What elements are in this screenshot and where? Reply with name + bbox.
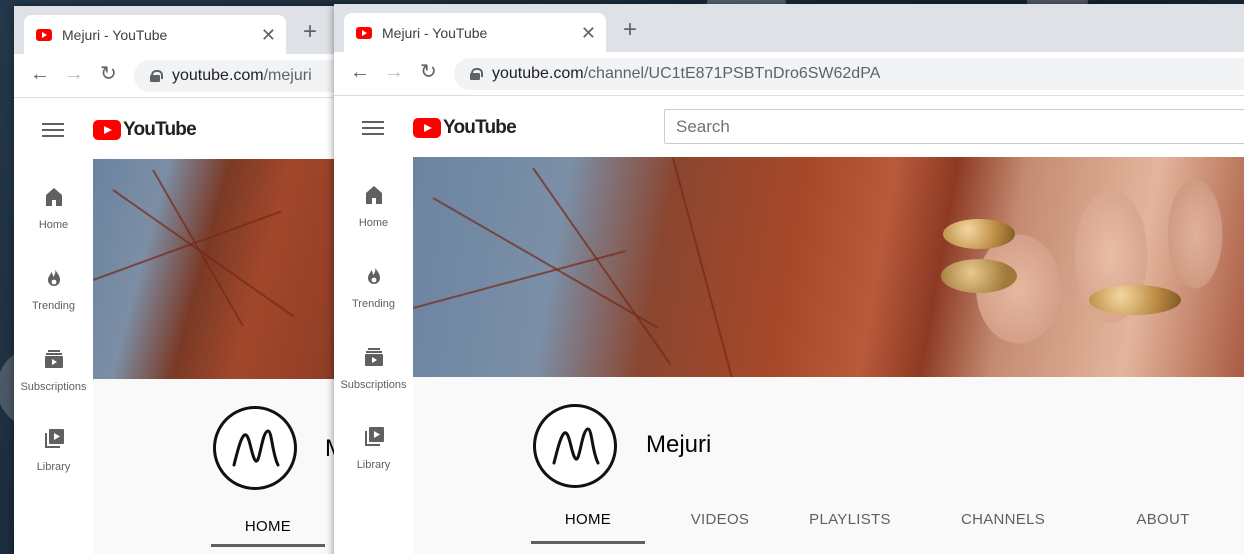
gold-ring xyxy=(1089,285,1181,315)
reload-button[interactable]: ↻ xyxy=(100,64,117,84)
back-button[interactable]: ← xyxy=(350,62,370,82)
browser-toolbar: ← → ↻ youtube.com/mejuri xyxy=(14,54,340,98)
flame-icon xyxy=(367,266,380,284)
url-path: /mejuri xyxy=(263,67,312,84)
back-button[interactable]: ← xyxy=(30,64,50,84)
channel-banner xyxy=(93,159,340,379)
channel-avatar[interactable] xyxy=(533,404,617,488)
url-host: youtube.com xyxy=(492,65,584,82)
forward-button[interactable]: → xyxy=(64,64,84,84)
browser-tab[interactable]: Mejuri - YouTube ✕ xyxy=(24,15,286,54)
mejuri-logo-icon xyxy=(232,429,280,467)
gold-ring xyxy=(943,219,1015,249)
browser-window-back[interactable]: Mejuri - YouTube ✕ + ← → ↻ youtube.com/m… xyxy=(14,6,340,554)
home-icon xyxy=(365,186,382,204)
subscriptions-icon xyxy=(44,350,63,368)
reload-button[interactable]: ↻ xyxy=(420,62,437,82)
mejuri-logo-icon xyxy=(552,427,600,465)
youtube-logo[interactable]: YouTube xyxy=(93,119,197,141)
channel-name: Mejuri xyxy=(646,431,712,458)
youtube-favicon-icon xyxy=(36,28,52,41)
library-icon xyxy=(364,427,384,446)
forward-button[interactable]: → xyxy=(384,62,404,82)
lock-icon xyxy=(150,70,163,82)
youtube-header: YouTube xyxy=(14,99,340,159)
youtube-play-icon xyxy=(93,120,121,140)
tab-strip: Mejuri - YouTube ✕ + xyxy=(14,6,340,54)
new-tab-button[interactable]: + xyxy=(623,18,637,42)
lock-icon xyxy=(470,68,483,80)
channel-avatar[interactable] xyxy=(213,406,297,490)
channel-banner xyxy=(413,157,1244,377)
menu-icon[interactable] xyxy=(42,123,64,137)
youtube-logo[interactable]: YouTube xyxy=(413,117,517,139)
tab-strip: Mejuri - YouTube ✕ + xyxy=(334,4,1244,52)
guide-item-subscriptions[interactable]: Subscriptions xyxy=(334,345,413,391)
youtube-header: YouTube xyxy=(334,97,1244,157)
active-tab-indicator xyxy=(211,544,325,547)
tab-channels[interactable]: CHANNELS xyxy=(943,511,1063,528)
tab-videos[interactable]: VIDEOS xyxy=(665,511,775,528)
tab-close-button[interactable]: ✕ xyxy=(581,24,596,42)
address-bar[interactable]: youtube.com/channel/UC1tE871PSBTnDro6SW6… xyxy=(454,58,1244,90)
url-host: youtube.com xyxy=(172,67,264,84)
gold-ring xyxy=(941,259,1017,293)
menu-icon[interactable] xyxy=(362,121,384,135)
browser-tab[interactable]: Mejuri - YouTube ✕ xyxy=(344,13,606,52)
tab-title: Mejuri - YouTube xyxy=(382,24,488,41)
tab-about[interactable]: ABOUT xyxy=(1103,511,1223,528)
tab-home[interactable]: HOME xyxy=(531,511,645,528)
guide-item-home[interactable]: Home xyxy=(14,185,93,231)
guide-item-trending[interactable]: Trending xyxy=(14,266,93,312)
guide-sidebar: Home Trending Subscriptions Library xyxy=(14,159,93,554)
tab-title: Mejuri - YouTube xyxy=(62,26,168,43)
search-input[interactable] xyxy=(664,109,1244,144)
flame-icon xyxy=(47,268,60,286)
guide-item-subscriptions[interactable]: Subscriptions xyxy=(14,347,93,393)
new-tab-button[interactable]: + xyxy=(303,20,317,44)
address-bar[interactable]: youtube.com/mejuri xyxy=(134,60,340,92)
browser-toolbar: ← → ↻ youtube.com/channel/UC1tE871PSBTnD… xyxy=(334,52,1244,96)
tab-home[interactable]: HOME xyxy=(211,518,325,535)
guide-sidebar: Home Trending Subscriptions Library xyxy=(334,157,413,554)
tab-close-button[interactable]: ✕ xyxy=(261,26,276,44)
channel-header: Mejuri HOME VIDEOS PLAYLISTS CHANNELS AB… xyxy=(413,377,1244,554)
guide-item-library[interactable]: Library xyxy=(14,427,93,473)
guide-item-home[interactable]: Home xyxy=(334,183,413,229)
youtube-favicon-icon xyxy=(356,26,372,39)
guide-item-trending[interactable]: Trending xyxy=(334,264,413,310)
tab-playlists[interactable]: PLAYLISTS xyxy=(793,511,907,528)
browser-window-front[interactable]: Mejuri - YouTube ✕ + ← → ↻ youtube.com/c… xyxy=(334,4,1244,554)
home-icon xyxy=(45,188,62,206)
youtube-play-icon xyxy=(413,118,441,138)
active-tab-indicator xyxy=(531,541,645,544)
url-path: /channel/UC1tE871PSBTnDro6SW62dPA xyxy=(583,65,881,82)
subscriptions-icon xyxy=(364,348,383,366)
channel-header: M HOME xyxy=(93,379,340,554)
library-icon xyxy=(44,429,64,448)
guide-item-library[interactable]: Library xyxy=(334,425,413,471)
